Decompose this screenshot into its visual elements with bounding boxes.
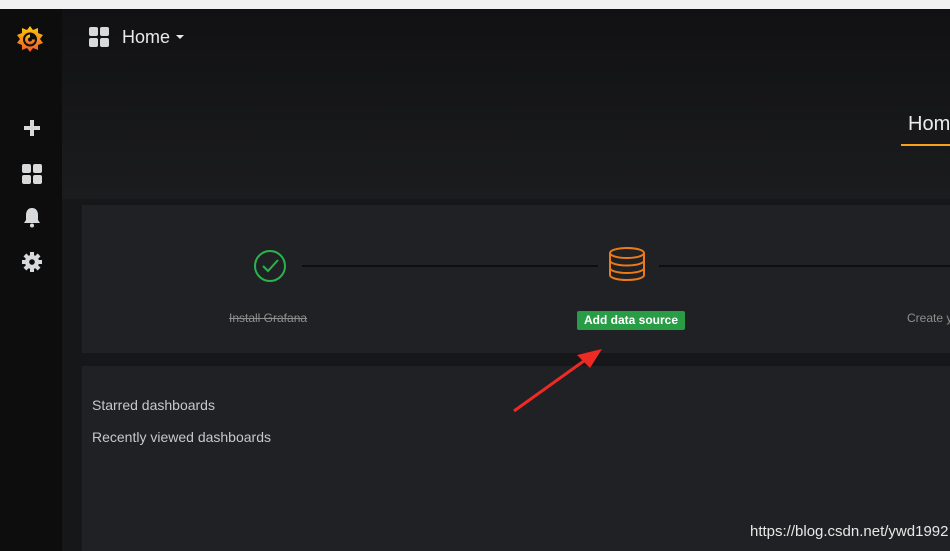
add-data-source-button[interactable]: Add data source [577,311,686,330]
sidebar [0,9,62,551]
caret-down-icon [176,35,185,39]
step-create-label[interactable]: Create y [907,311,950,325]
dashboard-picker-button[interactable]: Home [88,24,185,50]
dashboards-panel: Starred dashboards Recently viewed dashb… [82,366,950,551]
getting-started-panel: Install Grafana Add data source Create y [82,205,950,353]
browser-top-edge [0,0,950,9]
dashboard-title: Home [122,26,171,47]
dashboards-grid-icon [89,27,109,47]
step-install-label: Install Grafana [229,311,308,325]
grafana-logo-icon[interactable] [15,24,45,54]
step-connector [302,265,598,267]
starred-dashboards-link[interactable]: Starred dashboards [92,397,215,413]
bell-icon[interactable] [21,206,43,228]
gear-icon[interactable] [21,251,43,273]
watermark-text: https://blog.csdn.net/ywd1992 [750,523,949,540]
main-content: Home Hom Install Grafana Add data source… [62,9,950,551]
heading-underline [901,144,950,146]
plus-icon[interactable] [21,117,43,139]
dashboards-grid-icon[interactable] [21,163,43,185]
page-heading: Hom [908,113,950,135]
step-connector [659,265,950,267]
database-icon [607,246,647,289]
top-bar: Home Hom [62,9,950,199]
check-circle-icon [252,248,288,289]
recent-dashboards-link[interactable]: Recently viewed dashboards [92,429,271,445]
